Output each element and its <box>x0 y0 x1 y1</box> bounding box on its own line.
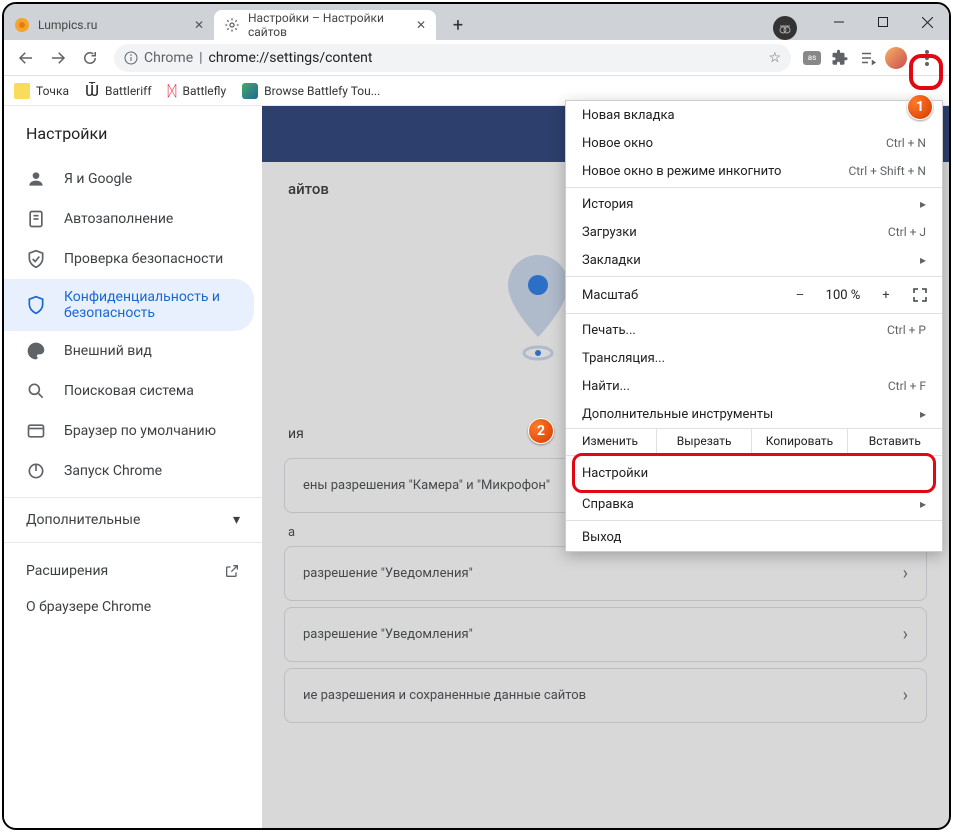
setting-row-notifications-2[interactable]: разрешение "Уведомления"› <box>284 607 927 662</box>
sidebar-item-you-and-google[interactable]: Я и Google <box>4 159 254 199</box>
omnibox-url: chrome://settings/content <box>209 50 373 66</box>
bookmark-battlefly[interactable]: ᛞBattlefly <box>168 82 227 100</box>
chrome-menu: Новая вкладка Новое окноCtrl + N Новое о… <box>565 100 943 552</box>
tab-background-lumpics[interactable]: Lumpics.ru ✕ <box>4 10 214 40</box>
star-icon[interactable]: ☆ <box>768 50 781 66</box>
close-tab-icon[interactable]: ✕ <box>194 18 204 32</box>
chevron-right-icon: › <box>903 624 908 645</box>
titlebar: Lumpics.ru ✕ Настройки – Настройки сайто… <box>4 4 949 40</box>
window-controls <box>817 4 949 40</box>
battlefy-icon <box>242 83 258 99</box>
chevron-down-icon: ▾ <box>233 512 240 528</box>
extensions-icon[interactable] <box>829 47 851 69</box>
submenu-arrow-icon: ▸ <box>920 497 926 511</box>
location-icon <box>502 253 574 363</box>
battleriff-icon: Ѿ <box>85 81 99 100</box>
tab-active-settings[interactable]: Настройки – Настройки сайтов ✕ <box>214 10 436 40</box>
back-button[interactable] <box>12 44 40 72</box>
sidebar-item-appearance[interactable]: Внешний вид <box>4 331 254 371</box>
chevron-right-icon: › <box>903 685 908 706</box>
folder-icon <box>14 83 30 99</box>
annotation-badge-2: 2 <box>528 418 554 444</box>
menu-cut[interactable]: Вырезать <box>656 429 751 455</box>
shield-icon <box>26 295 46 315</box>
bookmark-tochka[interactable]: Точка <box>14 83 69 99</box>
menu-help[interactable]: Справка▸ <box>566 490 942 518</box>
menu-more-tools[interactable]: Дополнительные инструменты▸ <box>566 400 942 428</box>
maximize-button[interactable] <box>861 8 905 36</box>
menu-exit[interactable]: Выход <box>566 523 942 551</box>
omnibox-chip: Chrome <box>144 50 193 66</box>
settings-favicon <box>224 17 240 33</box>
menu-history[interactable]: История▸ <box>566 190 942 218</box>
submenu-arrow-icon: ▸ <box>920 407 926 421</box>
menu-paste[interactable]: Вставить <box>847 429 942 455</box>
ext-lastfm-icon[interactable]: as <box>801 47 823 69</box>
battlefly-icon: ᛞ <box>168 82 177 100</box>
menu-downloads[interactable]: ЗагрузкиCtrl + J <box>566 218 942 246</box>
chevron-right-icon: › <box>903 563 908 584</box>
shield-check-icon <box>26 249 46 269</box>
menu-cast[interactable]: Трансляция... <box>566 344 942 372</box>
tab-strip: Lumpics.ru ✕ Настройки – Настройки сайто… <box>4 4 773 40</box>
tab-title: Lumpics.ru <box>38 18 97 32</box>
omnibox[interactable]: Chrome | chrome://settings/content ☆ <box>114 44 791 72</box>
sidebar-item-on-startup[interactable]: Запуск Chrome <box>4 451 254 491</box>
sidebar-item-autofill[interactable]: Автозаполнение <box>4 199 254 239</box>
submenu-arrow-icon: ▸ <box>920 197 926 211</box>
power-icon <box>26 461 46 481</box>
palette-icon <box>26 341 46 361</box>
toolbar: Chrome | chrome://settings/content ☆ as <box>4 40 949 76</box>
tab-title: Настройки – Настройки сайтов <box>248 11 400 39</box>
setting-row-site-data[interactable]: ие разрешения и сохраненные данные сайто… <box>284 668 927 723</box>
reload-button[interactable] <box>76 44 104 72</box>
menu-bookmarks[interactable]: Закладки▸ <box>566 246 942 274</box>
sidebar-item-privacy-security[interactable]: Конфиденциальность и безопасность <box>4 279 254 331</box>
ext-music-icon[interactable] <box>857 47 879 69</box>
minimize-button[interactable] <box>817 8 861 36</box>
menu-new-incognito[interactable]: Новое окно в режиме инкогнитоCtrl + Shif… <box>566 157 942 185</box>
sidebar-advanced[interactable]: Дополнительные▾ <box>4 497 262 543</box>
sidebar-item-about[interactable]: О браузере Chrome <box>4 589 262 625</box>
sidebar-item-safety-check[interactable]: Проверка безопасности <box>4 239 254 279</box>
menu-find[interactable]: Найти...Ctrl + F <box>566 372 942 400</box>
close-tab-icon[interactable]: ✕ <box>416 18 426 32</box>
setting-row-notifications-1[interactable]: разрешение "Уведомления"› <box>284 546 927 601</box>
zoom-percent: 100 % <box>818 288 868 303</box>
zoom-out-button[interactable]: – <box>782 288 818 303</box>
bookmark-battleriff[interactable]: ѾBattleriff <box>85 81 152 100</box>
close-window-button[interactable] <box>905 8 949 36</box>
avatar[interactable] <box>885 47 907 69</box>
menu-zoom: Масштаб – 100 % + <box>566 279 942 311</box>
new-tab-button[interactable]: + <box>444 15 472 36</box>
menu-new-tab[interactable]: Новая вкладка <box>566 101 942 129</box>
settings-sidebar: Настройки Я и Google Автозаполнение Пров… <box>4 106 262 828</box>
sidebar-item-default-browser[interactable]: Браузер по умолчанию <box>4 411 254 451</box>
lumpics-favicon <box>14 17 30 33</box>
fullscreen-button[interactable] <box>904 283 936 307</box>
autofill-icon <box>26 209 46 229</box>
annotation-badge-1: 1 <box>907 94 933 120</box>
sidebar-item-extensions[interactable]: Расширения <box>4 553 262 589</box>
highlight-frame-1 <box>909 54 943 90</box>
profile-indicator[interactable] <box>773 16 797 40</box>
sidebar-title: Настройки <box>4 124 262 159</box>
bookmark-battlefy[interactable]: Browse Battlefy Tou... <box>242 83 380 99</box>
search-icon <box>26 381 46 401</box>
forward-button[interactable] <box>44 44 72 72</box>
browser-icon <box>26 421 46 441</box>
person-icon <box>26 169 46 189</box>
zoom-in-button[interactable]: + <box>868 288 904 303</box>
sidebar-item-search-engine[interactable]: Поисковая система <box>4 371 254 411</box>
menu-print[interactable]: Печать...Ctrl + P <box>566 316 942 344</box>
menu-edit-row: Изменить Вырезать Копировать Вставить <box>566 428 942 456</box>
menu-new-window[interactable]: Новое окноCtrl + N <box>566 129 942 157</box>
menu-settings[interactable]: Настройки <box>566 456 942 490</box>
external-link-icon <box>224 563 240 579</box>
menu-copy[interactable]: Копировать <box>751 429 846 455</box>
submenu-arrow-icon: ▸ <box>920 253 926 267</box>
info-icon <box>124 51 138 65</box>
